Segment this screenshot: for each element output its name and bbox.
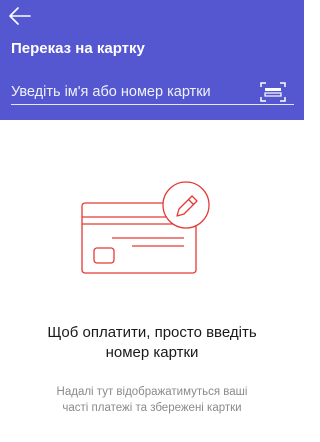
card-scan-icon (260, 82, 286, 102)
arrow-left-icon (9, 7, 31, 25)
credit-card-edit-icon (80, 178, 220, 290)
empty-state-title: Щоб оплатити, просто введіть номер картк… (0, 323, 304, 363)
search-field (11, 80, 294, 105)
empty-state-title-line: номер картки (105, 344, 199, 361)
app-header: Переказ на картку (0, 0, 304, 120)
empty-state-subtitle-line: часті платежі та збережені картки (62, 402, 242, 414)
empty-state-title-line: Щоб оплатити, просто введіть (47, 324, 257, 341)
empty-state-subtitle-line: Надалі тут відображатимуться ваші (56, 386, 248, 398)
page-title: Переказ на картку (11, 40, 145, 57)
search-input[interactable] (11, 80, 251, 104)
empty-state-subtitle: Надалі тут відображатимуться ваші часті … (0, 384, 304, 416)
back-button[interactable] (8, 6, 32, 26)
scan-card-button[interactable] (260, 82, 286, 102)
search-underline (11, 104, 294, 105)
